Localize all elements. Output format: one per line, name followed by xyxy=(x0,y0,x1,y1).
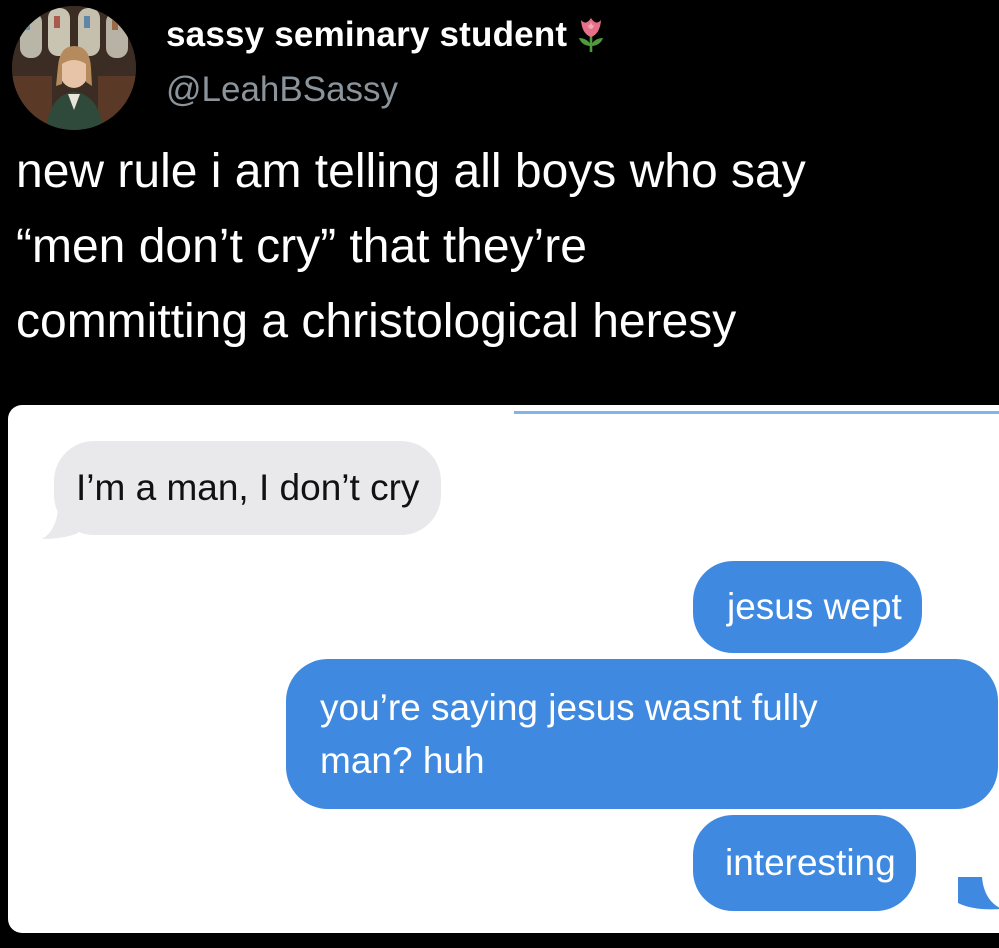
tulip-icon xyxy=(579,18,604,52)
message-text: man? huh xyxy=(320,740,485,781)
avatar[interactable] xyxy=(12,6,136,130)
cropped-bubble-edge xyxy=(514,411,999,414)
message-text: you’re saying jesus wasnt fully xyxy=(320,687,818,728)
sent-message-bubble: you’re saying jesus wasnt fully man? huh xyxy=(286,659,998,809)
message-text: jesus wept xyxy=(727,586,902,627)
avatar-photo xyxy=(12,6,136,130)
tweet-text-line: committing a christological heresy xyxy=(16,295,737,348)
message-text: I’m a man, I don’t cry xyxy=(76,467,420,508)
user-handle[interactable]: @LeahBSassy xyxy=(166,70,398,110)
sent-message-bubble: interesting xyxy=(693,815,916,911)
received-message-bubble: I’m a man, I don’t cry xyxy=(54,441,442,535)
sent-message-bubble: jesus wept xyxy=(693,561,922,653)
sent-bubble-tail xyxy=(958,877,999,910)
tweet-text: new rule i am telling all boys who say “… xyxy=(16,134,991,359)
display-name-text: sassy seminary student xyxy=(166,15,568,54)
tweet-text-line: new rule i am telling all boys who say xyxy=(16,145,806,198)
message-text: interesting xyxy=(725,842,896,883)
display-name[interactable]: sassy seminary student xyxy=(166,12,612,55)
attached-image[interactable]: I’m a man, I don’t cry jesus wept you’re… xyxy=(8,405,999,933)
tweet-text-line: “men don’t cry” that they’re xyxy=(16,220,587,273)
